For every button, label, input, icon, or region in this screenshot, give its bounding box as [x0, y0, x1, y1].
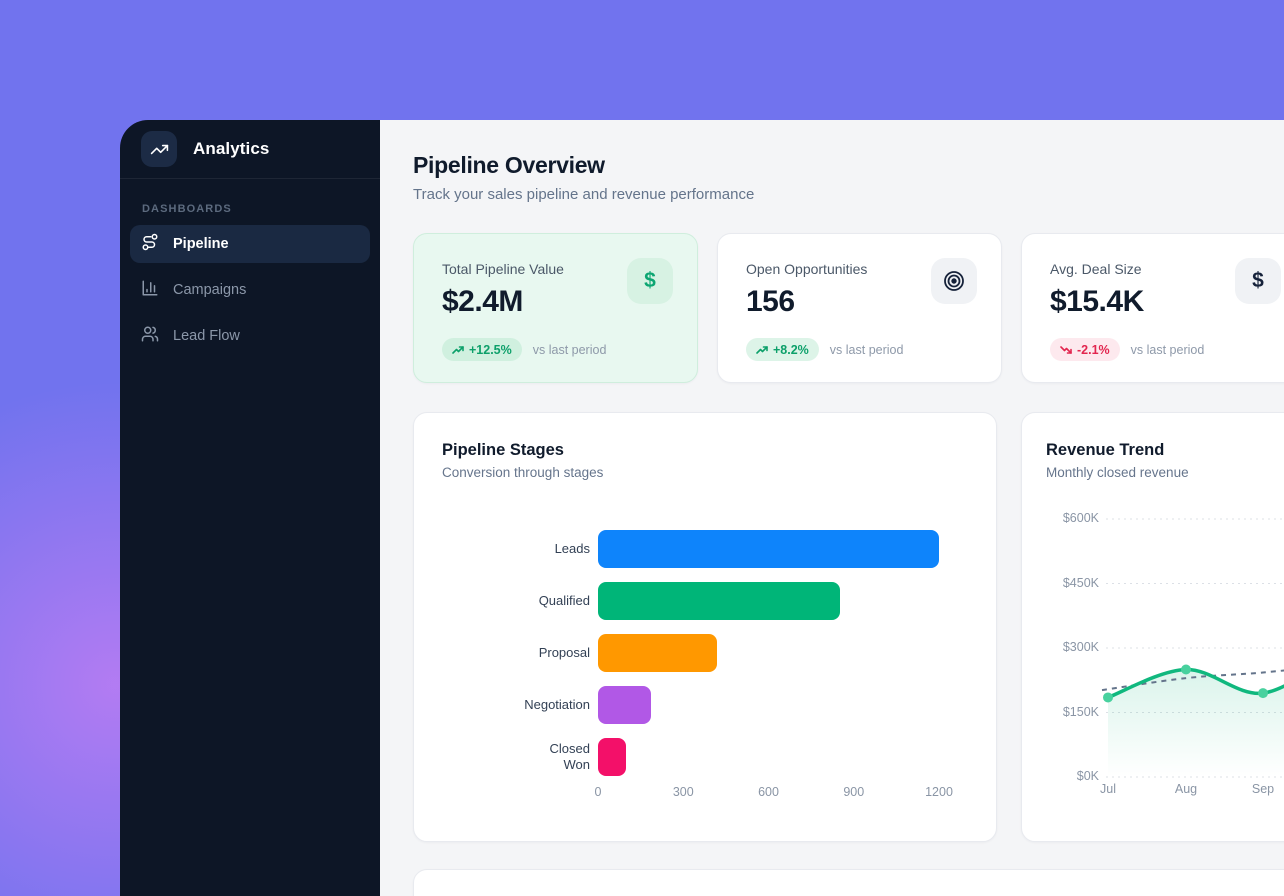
app-window: Analytics DASHBOARDS Pipeline Campaigns	[120, 120, 1284, 896]
bar-category-label: Negotiation	[524, 697, 590, 713]
pipeline-stages-card: Pipeline Stages Conversion through stage…	[413, 412, 997, 842]
sidebar-item-label: Pipeline	[173, 236, 229, 252]
bar-proposal[interactable]	[598, 634, 717, 672]
app-name: Analytics	[193, 139, 270, 159]
bar-category-label: Leads	[555, 541, 590, 557]
x-axis-tick: 900	[843, 785, 864, 799]
chart-subtitle: Conversion through stages	[442, 465, 968, 480]
dollar-icon: $	[627, 258, 673, 304]
kpi-change-badge: +8.2%	[746, 338, 819, 361]
charts-row: Pipeline Stages Conversion through stage…	[413, 412, 1284, 842]
kpi-card-avg-deal-size: Avg. Deal Size $15.4K -2.1% vs last peri…	[1021, 233, 1284, 383]
revenue-data-point[interactable]	[1258, 688, 1268, 698]
page-title: Pipeline Overview	[413, 152, 1284, 179]
revenue-data-point[interactable]	[1103, 692, 1113, 702]
revenue-line-chart	[1022, 413, 1284, 842]
kpi-compare-text: vs last period	[1131, 343, 1205, 357]
bar-leads[interactable]	[598, 530, 939, 568]
kpi-change-badge: +12.5%	[442, 338, 522, 361]
bar-qualified[interactable]	[598, 582, 840, 620]
bar-closed-won[interactable]	[598, 738, 626, 776]
main-area: Pipeline Overview Track your sales pipel…	[380, 120, 1284, 896]
x-axis-tick: 600	[758, 785, 779, 799]
chart-title: Pipeline Stages	[442, 441, 968, 460]
sidebar-item-label: Lead Flow	[173, 328, 240, 344]
bottom-card	[413, 869, 1284, 896]
bar-category-label: Qualified	[539, 593, 590, 609]
target-icon	[931, 258, 977, 304]
revenue-data-point[interactable]	[1181, 665, 1191, 675]
kpi-change-value: -2.1%	[1077, 343, 1110, 357]
x-axis-tick: 1200	[925, 785, 953, 799]
kpi-change-badge: -2.1%	[1050, 338, 1120, 361]
bar-category-label: Closed Won	[532, 741, 590, 774]
sidebar-section-label: DASHBOARDS	[120, 179, 380, 225]
sidebar-item-label: Campaigns	[173, 282, 246, 298]
kpi-compare-text: vs last period	[830, 343, 904, 357]
x-axis-tick: 300	[673, 785, 694, 799]
revenue-trend-card: Revenue Trend Monthly closed revenue	[1021, 412, 1284, 842]
kpi-card-total-pipeline-value: Total Pipeline Value $2.4M +12.5% vs las…	[413, 233, 698, 383]
bar-chart-icon	[141, 279, 159, 301]
x-axis-tick: 0	[595, 785, 602, 799]
page-subtitle: Track your sales pipeline and revenue pe…	[413, 186, 1284, 203]
sidebar-item-lead-flow[interactable]: Lead Flow	[130, 317, 370, 355]
bar-negotiation[interactable]	[598, 686, 651, 724]
kpi-card-open-opportunities: Open Opportunities 156 +8.2% vs last per…	[717, 233, 1002, 383]
sidebar-nav: Pipeline Campaigns Lead Flow	[120, 225, 380, 355]
users-icon	[141, 325, 159, 347]
kpi-change-value: +8.2%	[773, 343, 809, 357]
route-icon	[141, 233, 159, 255]
kpi-compare-text: vs last period	[533, 343, 607, 357]
kpi-change-value: +12.5%	[469, 343, 512, 357]
trending-up-icon	[141, 131, 177, 167]
x-axis-ticks: 0 300 600 900 1200	[442, 785, 968, 805]
sidebar-item-campaigns[interactable]: Campaigns	[130, 271, 370, 309]
dollar-icon: $	[1235, 258, 1281, 304]
sidebar-logo-row: Analytics	[120, 120, 380, 179]
sidebar: Analytics DASHBOARDS Pipeline Campaigns	[120, 120, 380, 896]
bar-category-label: Proposal	[539, 645, 590, 661]
sidebar-item-pipeline[interactable]: Pipeline	[130, 225, 370, 263]
kpi-row: Total Pipeline Value $2.4M +12.5% vs las…	[413, 233, 1284, 383]
stages-bar-chart: Leads Qualified Proposal Negotiation Clo…	[442, 523, 968, 805]
